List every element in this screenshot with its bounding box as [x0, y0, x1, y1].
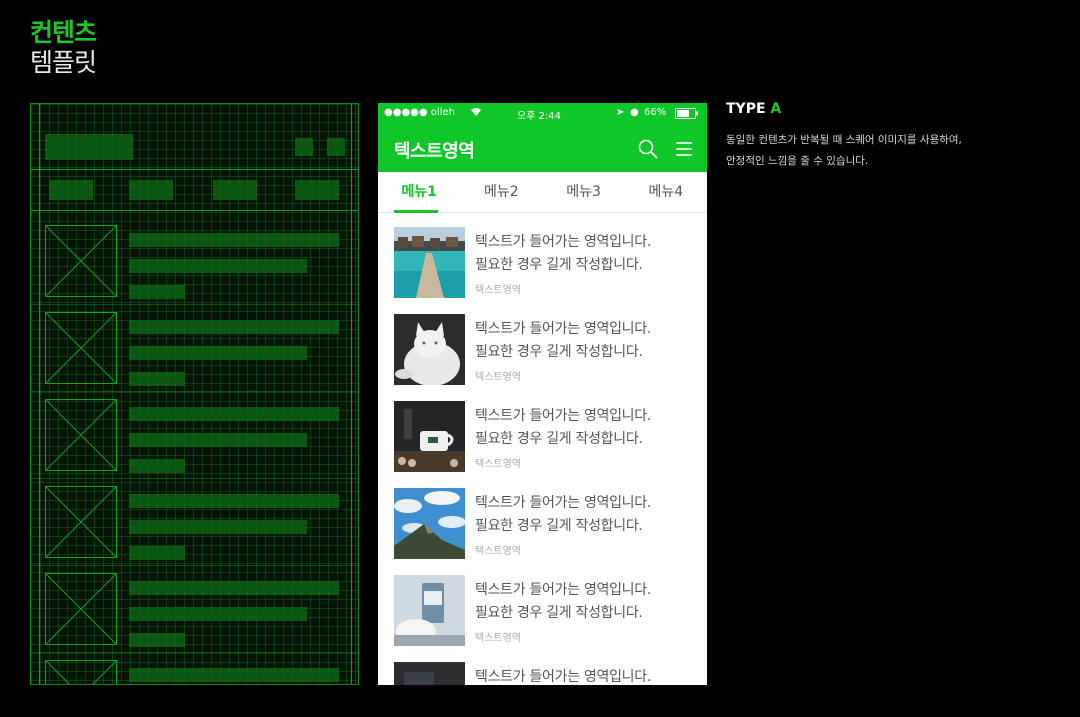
tab-bar: 메뉴1 메뉴2 메뉴3 메뉴4: [378, 172, 707, 213]
wire-text-block: [129, 459, 185, 473]
wire-row-divider: [31, 304, 358, 305]
wire-thumb-placeholder: [45, 399, 117, 471]
wire-row-divider: [31, 652, 358, 653]
wire-row-divider: [31, 391, 358, 392]
status-bar: ●●●●● olleh 오후 2:44 ➤ ● 66%: [378, 103, 707, 125]
wire-text-block: [129, 259, 307, 273]
item-title: 텍스트가 들어가는 영역입니다.: [475, 321, 651, 337]
wireframe-panel: [30, 103, 359, 685]
active-tab-indicator: [394, 210, 438, 213]
heading-line-1: 컨텐츠: [30, 18, 97, 47]
wire-thumb-placeholder: [45, 660, 117, 684]
item-title: 텍스트가 들어가는 영역입니다.: [475, 408, 651, 424]
item-title: 텍스트가 들어가는 영역입니다.: [475, 582, 651, 598]
battery-percent: 66%: [644, 107, 667, 118]
wire-text-block: [129, 320, 339, 334]
item-sub: 텍스트영역: [475, 285, 521, 296]
type-desc-line-1: 동일한 컨텐츠가 반복될 때 스퀘어 이미지를 사용하여,: [726, 134, 962, 146]
item-desc: 필요한 경우 길게 작성합니다.: [475, 344, 643, 360]
item-title: 텍스트가 들어가는 영역입니다.: [475, 495, 651, 511]
wire-text-block: [129, 633, 185, 647]
wire-tab-block: [49, 180, 93, 200]
wire-thumb-placeholder: [45, 312, 117, 384]
item-desc: 필요한 경우 길게 작성합니다.: [475, 605, 643, 621]
mountain-photo: [394, 488, 465, 559]
wire-icon-block: [295, 138, 313, 156]
wire-text-block: [129, 346, 307, 360]
phone-mockup: ●●●●● olleh 오후 2:44 ➤ ● 66% 텍스트영역 메뉴1 메뉴…: [378, 103, 707, 685]
list-item[interactable]: 텍스트가 들어가는 영역입니다. 필요한 경우 길게 작성합니다. 텍스트영역: [394, 314, 694, 386]
wire-text-block: [129, 433, 307, 447]
list-item[interactable]: 텍스트가 들어가는 영역입니다. 필요한 경우 길게 작성합니다. 텍스트영역: [394, 401, 694, 473]
wire-guide: [351, 104, 352, 684]
wire-text-block: [129, 372, 185, 386]
wire-title-block: [45, 134, 133, 160]
list-item[interactable]: 텍스트가 들어가는 영역입니다.: [394, 662, 694, 685]
item-sub: 텍스트영역: [475, 372, 521, 383]
tab-menu-4[interactable]: 메뉴4: [625, 172, 707, 212]
dark-photo: [394, 662, 465, 685]
item-title: 텍스트가 들어가는 영역입니다.: [475, 669, 651, 685]
cat-photo: [394, 314, 465, 385]
wire-thumb-placeholder: [45, 225, 117, 297]
type-title: TYPE A: [726, 101, 781, 117]
list-item[interactable]: 텍스트가 들어가는 영역입니다. 필요한 경우 길게 작성합니다. 텍스트영역: [394, 488, 694, 560]
heading-line-2: 템플릿: [30, 48, 97, 77]
item-desc: 필요한 경우 길게 작성합니다.: [475, 431, 643, 447]
wire-text-block: [129, 607, 307, 621]
type-desc-line-2: 안정적인 느낌을 줄 수 있습니다.: [726, 155, 869, 167]
wire-text-block: [129, 520, 307, 534]
wire-text-block: [129, 546, 185, 560]
wire-divider: [31, 169, 358, 170]
item-desc: 필요한 경우 길게 작성합니다.: [475, 257, 643, 273]
type-letter: A: [770, 101, 782, 117]
wire-tab-block: [129, 180, 173, 200]
list-item[interactable]: 텍스트가 들어가는 영역입니다. 필요한 경우 길게 작성합니다. 텍스트영역: [394, 227, 694, 299]
tab-menu-1[interactable]: 메뉴1: [378, 172, 460, 212]
item-desc: 필요한 경우 길게 작성합니다.: [475, 518, 643, 534]
item-sub: 텍스트영역: [475, 459, 521, 470]
battery-icon: [675, 108, 699, 122]
type-label: TYPE: [726, 101, 766, 117]
wire-text-block: [129, 668, 339, 682]
wifi-icon: [470, 107, 482, 120]
wire-divider: [31, 210, 358, 211]
wire-thumb-placeholder: [45, 573, 117, 645]
app-title: 텍스트영역: [394, 141, 475, 162]
alarm-icon: ●: [630, 107, 639, 118]
wire-text-block: [129, 581, 339, 595]
type-description: 동일한 컨텐츠가 반복될 때 스퀘어 이미지를 사용하여, 안정적인 느낌을 줄…: [726, 130, 1026, 172]
wire-icon-block: [327, 138, 345, 156]
wire-row-divider: [31, 478, 358, 479]
wire-thumb-placeholder: [45, 486, 117, 558]
tab-menu-3[interactable]: 메뉴3: [543, 172, 625, 212]
app-bar: 텍스트영역: [378, 125, 707, 172]
wire-row-divider: [31, 565, 358, 566]
wire-text-block: [129, 407, 339, 421]
search-icon[interactable]: [637, 138, 659, 160]
item-title: 텍스트가 들어가는 영역입니다.: [475, 234, 651, 250]
coffee-photo: [394, 401, 465, 472]
page-heading: 컨텐츠 템플릿: [30, 18, 97, 78]
cup-photo: [394, 575, 465, 646]
item-sub: 텍스트영역: [475, 633, 521, 644]
wire-text-block: [129, 494, 339, 508]
menu-icon[interactable]: [673, 138, 695, 160]
wire-guide: [39, 104, 40, 684]
item-sub: 텍스트영역: [475, 546, 521, 557]
wire-text-block: [129, 285, 185, 299]
location-icon: ➤: [616, 107, 625, 118]
carrier-label: ●●●●● olleh: [384, 107, 455, 118]
wire-text-block: [129, 233, 339, 247]
wire-tab-block: [295, 180, 339, 200]
wire-tab-block: [213, 180, 257, 200]
status-time: 오후 2:44: [517, 111, 562, 122]
tab-menu-2[interactable]: 메뉴2: [460, 172, 542, 212]
list-item[interactable]: 텍스트가 들어가는 영역입니다. 필요한 경우 길게 작성합니다. 텍스트영역: [394, 575, 694, 647]
pier-photo: [394, 227, 465, 298]
